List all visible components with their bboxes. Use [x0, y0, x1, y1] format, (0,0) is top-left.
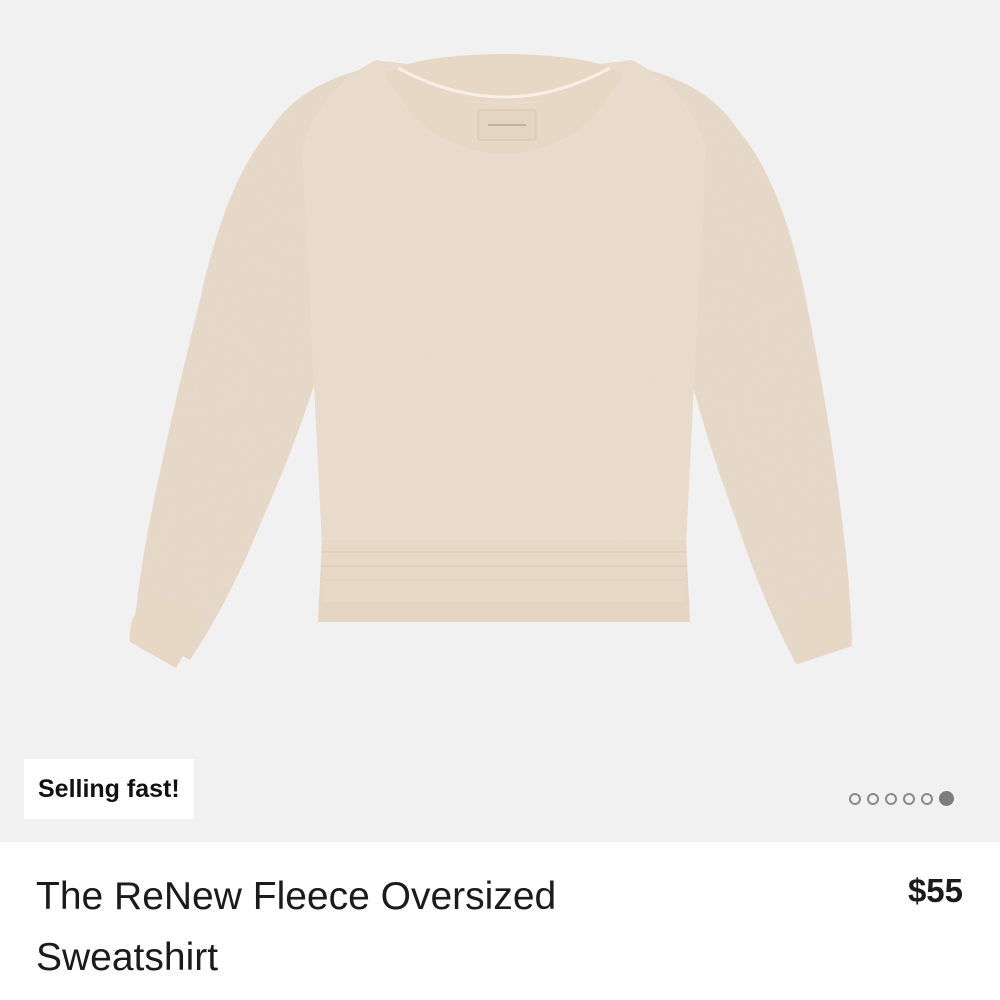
product-price: $55 [907, 872, 963, 909]
product-info: The ReNew Fleece Oversized Sweatshirt $5… [0, 842, 1000, 1000]
carousel-dot-4[interactable] [903, 792, 915, 805]
product-card[interactable]: Selling fast! The ReNew Fleece Oversized… [0, 0, 1000, 1000]
product-title[interactable]: The ReNew Fleece Oversized Sweatshirt [36, 866, 676, 988]
carousel-dot-6-active[interactable] [939, 791, 954, 806]
sweatshirt-image [129, 54, 852, 668]
product-image-area[interactable]: Selling fast! [0, 0, 1000, 842]
carousel-dot-5[interactable] [921, 792, 933, 805]
selling-fast-badge: Selling fast! [24, 759, 194, 819]
image-carousel-indicator[interactable] [849, 791, 954, 806]
carousel-dot-1[interactable] [849, 792, 861, 805]
carousel-dot-3[interactable] [885, 792, 897, 805]
carousel-dot-2[interactable] [867, 792, 879, 805]
